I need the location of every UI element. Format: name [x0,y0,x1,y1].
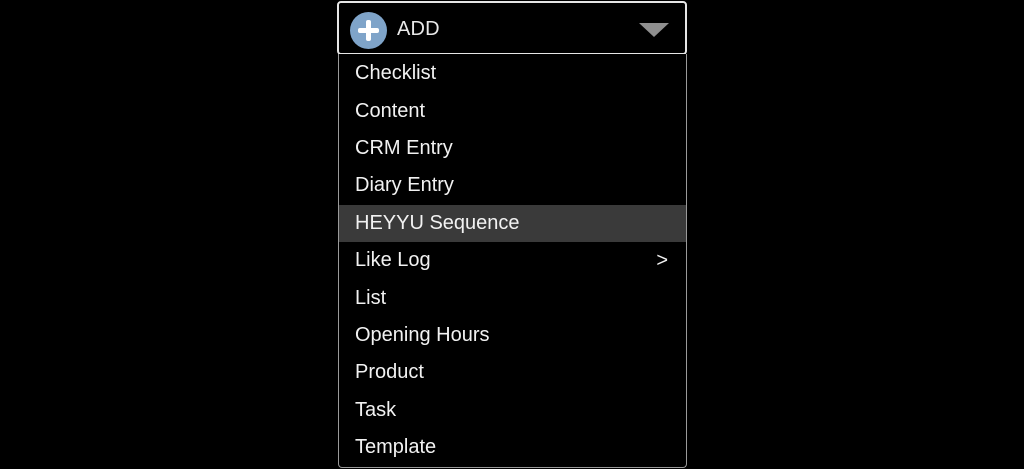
menu-item-label: CRM Entry [355,136,453,159]
menu-item-heyyu-sequence[interactable]: HEYYU Sequence [339,204,686,242]
menu-item-label: Task [355,398,397,421]
add-dropdown-menu: Checklist Content CRM Entry Diary Entry … [338,54,687,468]
triangle-down-icon[interactable] [639,23,669,37]
menu-item-template[interactable]: Template [339,429,686,466]
menu-item-opening-hours[interactable]: Opening Hours [339,317,686,354]
menu-item-label: Product [355,361,424,384]
submenu-arrow-icon: > [656,249,668,272]
menu-item-content[interactable]: Content [339,92,686,129]
menu-item-checklist[interactable]: Checklist [339,55,686,92]
add-label: ADD [397,18,440,40]
menu-item-label: Like Log [355,249,431,272]
menu-item-label: Opening Hours [355,323,490,346]
menu-item-like-log[interactable]: Like Log > [339,242,686,279]
menu-item-label: Diary Entry [355,174,454,197]
menu-item-label: Content [355,99,426,122]
menu-item-label: HEYYU Sequence [355,211,520,234]
menu-item-task[interactable]: Task [339,392,686,429]
add-dropdown-button[interactable]: ADD [337,1,687,55]
app-screen: ADD Checklist Content CRM Entry Diary En… [0,0,1024,469]
menu-item-product[interactable]: Product [339,354,686,391]
menu-item-crm-entry[interactable]: CRM Entry [339,130,686,167]
menu-item-label: Template [355,436,437,459]
menu-item-diary-entry[interactable]: Diary Entry [339,167,686,204]
plus-circle-icon [350,12,387,49]
menu-item-label: List [355,286,387,309]
menu-item-label: Checklist [355,62,437,85]
menu-item-list[interactable]: List [339,279,686,316]
